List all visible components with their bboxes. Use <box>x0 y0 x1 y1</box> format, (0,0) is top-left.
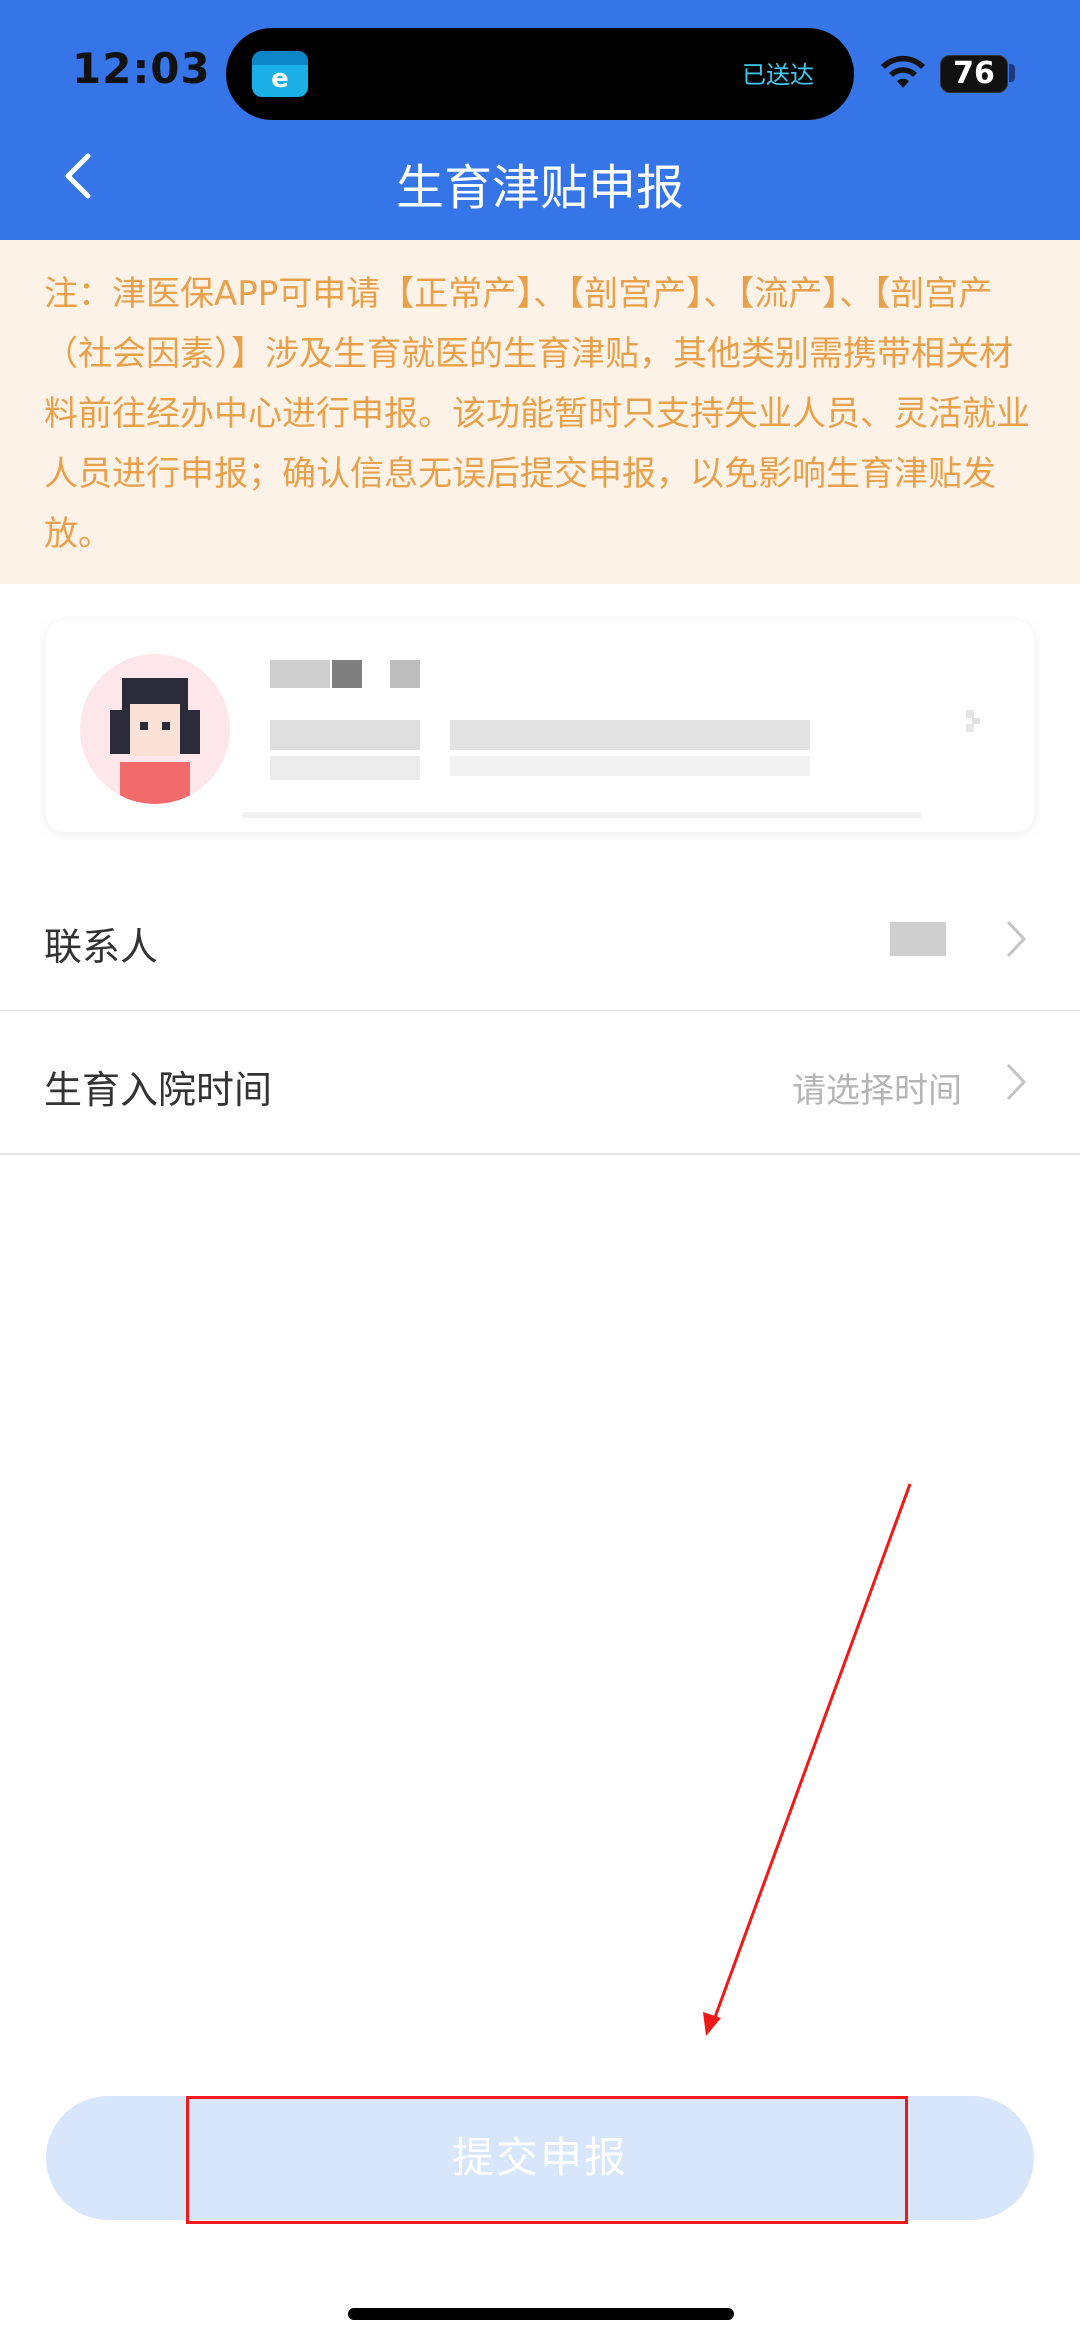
redacted-id-part <box>450 720 810 750</box>
admission-time-placeholder: 请选择时间 <box>792 1071 962 1111</box>
admission-time-row[interactable]: 生育入院时间 请选择时间 <box>0 1011 1080 1155</box>
redacted-name <box>270 660 330 688</box>
redacted-name-part <box>390 660 420 688</box>
contact-row[interactable]: 联系人 <box>0 868 1080 1012</box>
redacted-id-line2-part <box>450 756 810 776</box>
admission-time-label: 生育入院时间 <box>44 1068 273 1112</box>
annotation-highlight-box <box>186 2096 908 2224</box>
home-indicator[interactable] <box>348 2308 734 2320</box>
app-icon: e <box>252 51 308 97</box>
chevron-right-icon <box>1006 920 1027 958</box>
notice-banner: 注：津医保APP可申请【正常产】、【剖宫产】、【流产】、【剖宫产（社会因素）】涉… <box>0 240 1080 584</box>
redacted-contact-value <box>890 922 946 956</box>
page-title: 生育津贴申报 <box>395 160 684 216</box>
chevron-right-icon <box>966 710 980 732</box>
status-time: 12:03 <box>72 44 211 93</box>
avatar <box>80 654 230 804</box>
notice-text: 注：津医保APP可申请【正常产】、【剖宫产】、【流产】、【剖宫产（社会因素）】涉… <box>44 274 1030 554</box>
app-header: 12:03 e 已送达 76 生育津贴申报 <box>0 0 1080 240</box>
redacted-id-line2 <box>270 756 420 780</box>
chevron-right-icon <box>1006 1063 1027 1101</box>
contact-label: 联系人 <box>44 925 159 969</box>
card-divider <box>242 812 922 818</box>
dynamic-island[interactable]: e 已送达 <box>226 28 854 120</box>
redacted-id <box>270 720 420 750</box>
battery-tip <box>1009 64 1015 82</box>
redacted-name-part <box>332 660 362 688</box>
wifi-icon <box>881 55 925 88</box>
delivery-status-text: 已送达 <box>742 61 814 89</box>
insured-person-card[interactable] <box>46 620 1034 832</box>
battery-icon: 76 <box>940 55 1008 93</box>
